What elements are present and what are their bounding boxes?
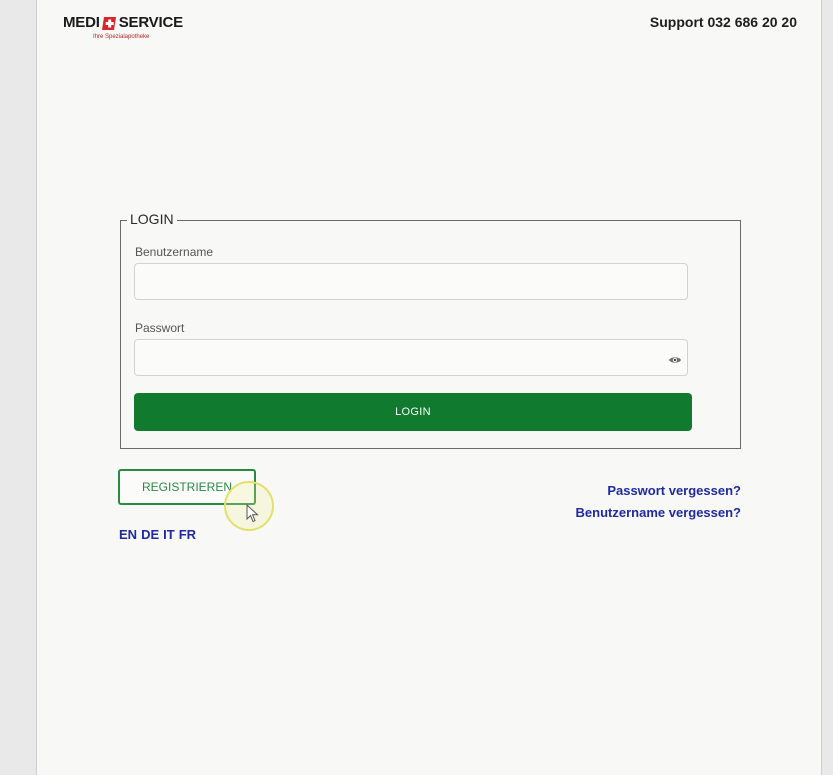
logo-text-right: SERVICE: [118, 14, 183, 31]
forgot-password-link[interactable]: Passwort vergessen?: [576, 480, 741, 502]
password-input[interactable]: [134, 339, 688, 376]
forgot-username-link[interactable]: Benutzername vergessen?: [576, 502, 741, 524]
support-phone: Support 032 686 20 20: [649, 14, 797, 30]
recovery-links: Passwort vergessen? Benutzername vergess…: [576, 480, 741, 524]
lang-en[interactable]: EN: [119, 527, 137, 542]
logo-wordmark: MEDI SERVICE: [63, 14, 213, 32]
swiss-cross-icon: [101, 16, 118, 31]
lang-de[interactable]: DE: [141, 527, 159, 542]
username-label: Benutzername: [135, 245, 214, 259]
username-input[interactable]: [134, 263, 688, 300]
lang-fr[interactable]: FR: [179, 527, 196, 542]
language-switcher: EN DE IT FR: [119, 527, 196, 542]
login-legend: LOGIN: [127, 211, 177, 227]
password-label: Passwort: [135, 321, 185, 335]
login-button[interactable]: LOGIN: [134, 393, 692, 431]
eye-icon[interactable]: [668, 352, 682, 363]
medi-service-logo[interactable]: MEDI SERVICE Ihre Spezialapotheke: [63, 14, 213, 46]
logo-text-left: MEDI: [63, 14, 100, 31]
login-fieldset: LOGIN Benutzername Passwort LOGIN: [120, 211, 741, 449]
logo-tagline: Ihre Spezialapotheke: [93, 34, 150, 40]
mouse-cursor-icon: [246, 503, 260, 524]
login-page: MEDI SERVICE Ihre Spezialapotheke Suppor…: [36, 0, 822, 775]
lang-it[interactable]: IT: [163, 527, 175, 542]
